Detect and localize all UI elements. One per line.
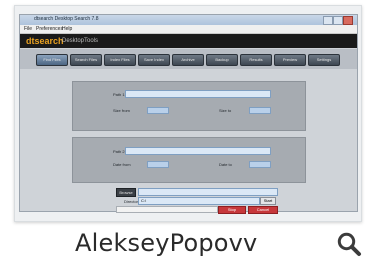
minimize-icon — [323, 16, 333, 25]
window-titlebar: dtsearch Desktop Search 7.8 — [20, 15, 357, 25]
menu-item-help: Help — [62, 26, 73, 32]
directory-field: C:\ — [138, 197, 260, 205]
tab-2: Search Files — [70, 54, 102, 66]
stop-button: Stop — [218, 206, 246, 214]
panel2-left-label: Date from — [113, 162, 131, 167]
panel1-right-label: Size to — [219, 108, 232, 113]
cancel-button: Cancel — [248, 206, 278, 214]
panel2-left-field — [147, 161, 169, 168]
panel1-right-field — [249, 107, 271, 114]
tab-9: Settings — [308, 54, 340, 66]
tab-8: Preview — [274, 54, 306, 66]
tab-1: Find Files — [36, 54, 68, 66]
menu-bar: File Preferences Help — [20, 25, 357, 34]
tab-strip: Find Files Search Files Index Files Save… — [20, 49, 357, 69]
panel1-left-field — [147, 107, 169, 114]
author-caption[interactable]: AlekseyPopovv — [75, 229, 257, 257]
status-field — [116, 206, 218, 213]
image-card[interactable]: dtsearch Desktop Search 7.8 File Prefere… — [0, 0, 374, 275]
panel2-right-label: Date to — [219, 162, 232, 167]
panel1-path-field — [125, 90, 271, 98]
brand-logo: dtsearch — [26, 36, 64, 46]
panel2-path-label: Path 2 — [113, 149, 125, 154]
panel1-path-label: Path 1 — [113, 92, 125, 97]
brand-subtitle: DesktopTools — [62, 38, 99, 44]
app-screenshot: dtsearch Desktop Search 7.8 File Prefere… — [19, 14, 358, 214]
bottom-controls: Browse Directory C:\ Start Stop Cancel — [20, 185, 357, 214]
tab-5: Archive — [172, 54, 204, 66]
panel2-path-field — [125, 147, 271, 155]
close-icon — [343, 16, 353, 25]
search-panel-1: Path 1 Size from Size to — [72, 81, 306, 131]
panel1-left-label: Size from — [113, 108, 130, 113]
maximize-icon — [333, 16, 343, 25]
menu-item-preferences: Preferences — [36, 26, 63, 32]
search-panel-2: Path 2 Date from Date to — [72, 137, 306, 183]
search-icon[interactable] — [336, 231, 362, 257]
window-title: dtsearch Desktop Search 7.8 — [34, 16, 99, 22]
query-field — [138, 188, 278, 196]
brand-bar: dtsearch DesktopTools — [20, 34, 357, 48]
tab-7: Results — [240, 54, 272, 66]
menu-item-file: File — [24, 26, 33, 32]
tab-3: Index Files — [104, 54, 136, 66]
browse-button: Browse — [116, 188, 136, 197]
panel2-right-field — [249, 161, 271, 168]
start-button: Start — [260, 197, 276, 205]
tab-6: Backup — [206, 54, 238, 66]
tab-4: Save Index — [138, 54, 170, 66]
